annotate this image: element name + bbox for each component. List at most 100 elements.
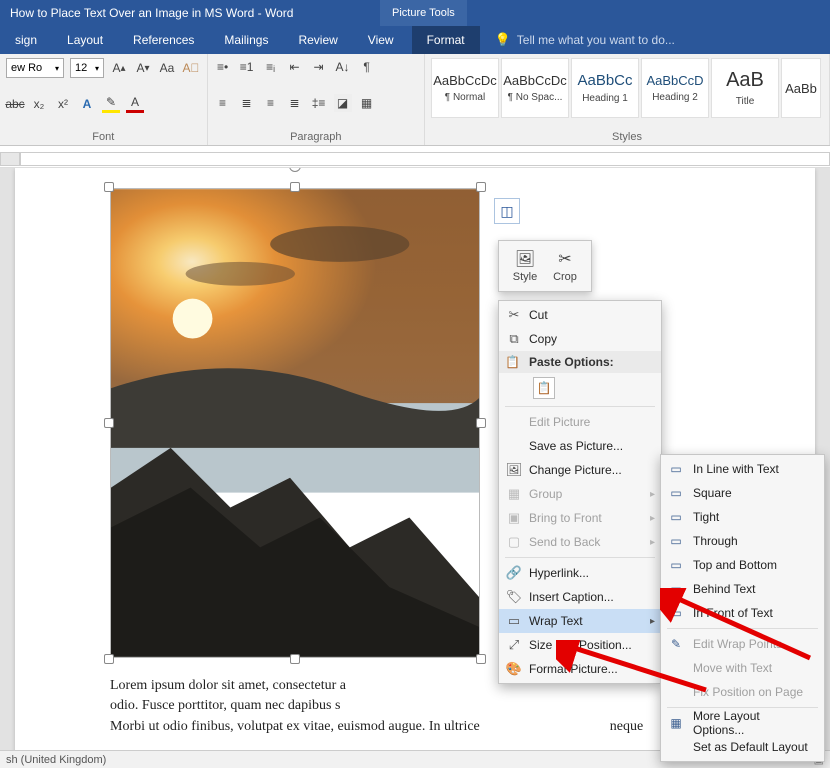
- mini-toolbar: 🖼 Style ✂ Crop: [498, 240, 592, 292]
- tab-mailings[interactable]: Mailings: [209, 26, 283, 54]
- wrap-tight[interactable]: ▭Tight: [661, 505, 824, 529]
- style-title[interactable]: AaBTitle: [711, 58, 779, 118]
- paste-option-1[interactable]: 📋: [533, 377, 555, 399]
- shading-icon[interactable]: ◪: [334, 94, 352, 112]
- borders-icon[interactable]: ▦: [358, 94, 376, 112]
- font-family-select[interactable]: ew Ro▾: [6, 58, 64, 78]
- layout-options-button[interactable]: ◫: [494, 198, 520, 224]
- justify-icon[interactable]: ≣: [286, 94, 304, 112]
- bullets-icon[interactable]: ≡•: [214, 58, 232, 76]
- clear-format-icon[interactable]: A⃠: [182, 59, 200, 77]
- wrap-in-front[interactable]: ▭In Front of Text: [661, 601, 824, 625]
- selected-picture[interactable]: ◫: [110, 188, 480, 658]
- format-picture-icon: 🎨: [505, 661, 523, 677]
- group-styles: AaBbCcDc¶ Normal AaBbCcDc¶ No Spac... Aa…: [425, 54, 830, 145]
- align-right-icon[interactable]: ≡: [262, 94, 280, 112]
- increase-font-icon[interactable]: A▴: [110, 59, 128, 77]
- tab-design[interactable]: sign: [0, 26, 52, 54]
- menu-wrap-text[interactable]: ▭Wrap Text▸: [499, 609, 661, 633]
- tell-me-box[interactable]: 💡 Tell me what you want to do...: [495, 32, 675, 48]
- wrap-more-options[interactable]: ▦More Layout Options...: [661, 711, 824, 735]
- decrease-indent-icon[interactable]: ⇤: [286, 58, 304, 76]
- resize-handle[interactable]: [104, 654, 114, 664]
- tab-references[interactable]: References: [118, 26, 209, 54]
- resize-handle[interactable]: [476, 654, 486, 664]
- style-no-spacing[interactable]: AaBbCcDc¶ No Spac...: [501, 58, 569, 118]
- menu-format-picture[interactable]: 🎨Format Picture...: [499, 657, 661, 681]
- rotate-handle[interactable]: [289, 168, 301, 172]
- menu-bring-to-front: ▣Bring to Front▸: [499, 506, 661, 530]
- line-spacing-icon[interactable]: ‡≡: [310, 94, 328, 112]
- horizontal-ruler[interactable]: [0, 146, 830, 168]
- style-heading1[interactable]: AaBbCcHeading 1: [571, 58, 639, 118]
- menu-insert-caption[interactable]: 🏷Insert Caption...: [499, 585, 661, 609]
- resize-handle[interactable]: [290, 182, 300, 192]
- wrap-top-bottom[interactable]: ▭Top and Bottom: [661, 553, 824, 577]
- menu-send-to-back: ▢Send to Back▸: [499, 530, 661, 554]
- numbering-icon[interactable]: ≡1: [238, 58, 256, 76]
- multilevel-icon[interactable]: ≡ᵢ: [262, 58, 280, 76]
- wrap-behind-text[interactable]: ▭Behind Text: [661, 577, 824, 601]
- align-center-icon[interactable]: ≣: [238, 94, 256, 112]
- crop-button[interactable]: ✂ Crop: [545, 247, 585, 285]
- wrap-set-default[interactable]: Set as Default Layout: [661, 735, 824, 759]
- menu-hyperlink[interactable]: 🔗Hyperlink...: [499, 561, 661, 585]
- wrap-inline[interactable]: ▭In Line with Text: [661, 457, 824, 481]
- language-indicator[interactable]: sh (United Kingdom): [6, 754, 106, 766]
- text-effects-icon[interactable]: A: [78, 95, 96, 113]
- superscript-icon[interactable]: x²: [54, 95, 72, 113]
- window-title: How to Place Text Over an Image in MS Wo…: [10, 6, 293, 20]
- group-styles-label: Styles: [431, 129, 823, 143]
- resize-handle[interactable]: [104, 182, 114, 192]
- resize-handle[interactable]: [476, 182, 486, 192]
- wrap-square-icon: ▭: [667, 486, 685, 500]
- edit-points-icon: ✎: [667, 637, 685, 651]
- resize-handle[interactable]: [476, 418, 486, 428]
- resize-handle[interactable]: [104, 418, 114, 428]
- align-left-icon[interactable]: ≡: [214, 94, 232, 112]
- style-button[interactable]: 🖼 Style: [505, 247, 545, 285]
- wrap-square[interactable]: ▭Square: [661, 481, 824, 505]
- show-hide-icon[interactable]: ¶: [358, 58, 376, 76]
- tab-format[interactable]: Format: [412, 26, 480, 54]
- wrap-topbottom-icon: ▭: [667, 558, 685, 572]
- style-heading2[interactable]: AaBbCcDHeading 2: [641, 58, 709, 118]
- paste-options-row: 📋: [499, 373, 661, 403]
- style-normal[interactable]: AaBbCcDc¶ Normal: [431, 58, 499, 118]
- menu-copy[interactable]: ⧉Copy: [499, 327, 661, 351]
- scissors-icon: ✂: [505, 307, 523, 323]
- decrease-font-icon[interactable]: A▾: [134, 59, 152, 77]
- wrap-text-submenu: ▭In Line with Text ▭Square ▭Tight ▭Throu…: [660, 454, 825, 762]
- tab-view[interactable]: View: [353, 26, 409, 54]
- context-menu: ✂Cut ⧉Copy 📋Paste Options: 📋 Edit Pictur…: [498, 300, 662, 684]
- menu-cut[interactable]: ✂Cut: [499, 303, 661, 327]
- bring-front-icon: ▣: [505, 510, 523, 526]
- menu-save-as-picture[interactable]: Save as Picture...: [499, 434, 661, 458]
- font-color-icon[interactable]: A: [126, 95, 144, 113]
- menu-size-position[interactable]: ⤢Size and Position...: [499, 633, 661, 657]
- style-more[interactable]: AaBb: [781, 58, 821, 118]
- sort-icon[interactable]: A↓: [334, 58, 352, 76]
- increase-indent-icon[interactable]: ⇥: [310, 58, 328, 76]
- wrap-through[interactable]: ▭Through: [661, 529, 824, 553]
- tab-layout[interactable]: Layout: [52, 26, 118, 54]
- wrap-fix-position: Fix Position on Page: [661, 680, 824, 704]
- change-case-icon[interactable]: Aa: [158, 59, 176, 77]
- wrap-behind-icon: ▭: [667, 582, 685, 596]
- link-icon: 🔗: [505, 565, 523, 581]
- resize-handle[interactable]: [290, 654, 300, 664]
- change-picture-icon: 🖼: [505, 462, 523, 478]
- menu-change-picture[interactable]: 🖼Change Picture...: [499, 458, 661, 482]
- ribbon-tabs: sign Layout References Mailings Review V…: [0, 26, 830, 54]
- sunset-image: [110, 188, 480, 658]
- highlight-icon[interactable]: ✎: [102, 95, 120, 113]
- picture-style-icon: 🖼: [515, 249, 535, 269]
- chevron-right-icon: ▸: [650, 616, 655, 627]
- strikethrough-icon[interactable]: abc: [6, 95, 24, 113]
- subscript-icon[interactable]: x₂: [30, 95, 48, 113]
- group-font: ew Ro▾ 12▾ A▴ A▾ Aa A⃠ abc x₂ x² A ✎ A F…: [0, 54, 208, 145]
- wrap-through-icon: ▭: [667, 534, 685, 548]
- font-size-select[interactable]: 12▾: [70, 58, 104, 78]
- group-icon: ▦: [505, 486, 523, 502]
- tab-review[interactable]: Review: [283, 26, 352, 54]
